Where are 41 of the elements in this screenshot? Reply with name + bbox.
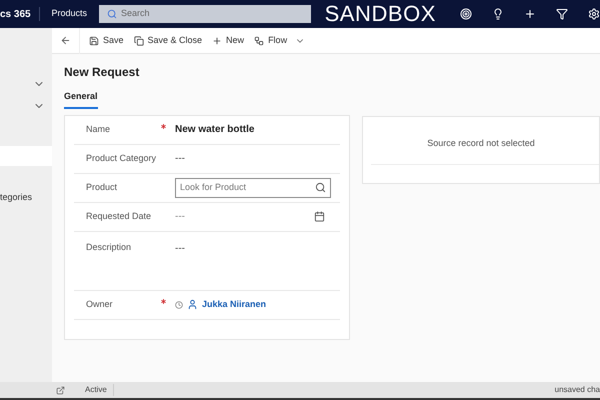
app-name[interactable]: cs 365 — [0, 6, 39, 22]
field-label: Owner — [85, 298, 114, 311]
field-value: New water bottle — [175, 123, 254, 137]
back-arrow-icon[interactable] — [60, 35, 71, 46]
form-tab[interactable]: General — [64, 90, 98, 108]
environment-label: SANDBOX — [324, 3, 436, 25]
search-icon[interactable] — [315, 182, 326, 193]
field-label: Product Category — [85, 152, 158, 165]
save-close-icon — [134, 36, 144, 46]
owner-link[interactable]: Jukka Niiranen — [202, 298, 266, 312]
clock-icon — [175, 300, 183, 308]
field-value: --- — [175, 152, 185, 166]
plus-icon — [212, 36, 222, 46]
search-field[interactable]: Search — [98, 5, 311, 23]
form-title: New Request — [64, 64, 140, 81]
nav-item[interactable]: tegories — [0, 191, 52, 204]
filter-icon[interactable] — [556, 8, 568, 20]
calendar-icon[interactable] — [314, 211, 325, 222]
field-label: Description — [85, 240, 132, 254]
command-button[interactable]: New — [207, 30, 250, 52]
pop-out-icon[interactable] — [56, 386, 65, 394]
field-label: Name — [85, 122, 112, 136]
empty-state-message: Source record not selected — [426, 137, 536, 150]
target-icon[interactable] — [460, 8, 472, 20]
record-status: Active — [85, 384, 114, 396]
command-button[interactable]: Save — [84, 30, 129, 52]
field-label: Requested Date — [85, 210, 152, 223]
field-value: --- — [175, 242, 185, 256]
date-field[interactable]: --- — [175, 209, 325, 224]
settings-icon[interactable] — [588, 8, 600, 20]
search-icon — [106, 9, 117, 19]
area-name[interactable]: Products — [39, 7, 99, 21]
field-label: Product — [85, 180, 118, 194]
lightbulb-icon[interactable] — [492, 8, 504, 20]
flow-icon — [254, 36, 264, 46]
lookup-field[interactable]: Look for Product — [175, 178, 331, 198]
plus-icon[interactable] — [524, 8, 536, 20]
command-button[interactable]: Save & Close — [128, 30, 208, 52]
user-icon — [187, 299, 198, 310]
command-button[interactable]: Flow — [249, 30, 310, 52]
save-status: unsaved cha — [554, 384, 600, 396]
